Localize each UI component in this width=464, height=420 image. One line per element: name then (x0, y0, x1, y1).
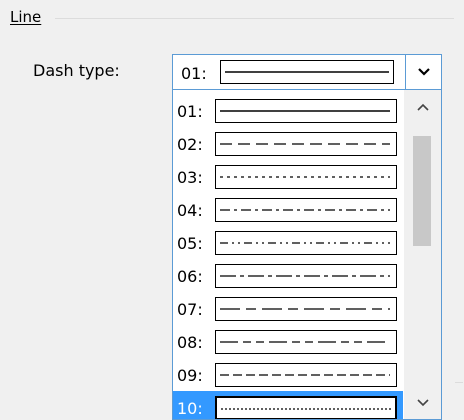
dash-option-swatch (215, 264, 397, 288)
dash-option-number: 02: (177, 135, 203, 154)
selected-dash-swatch (220, 60, 394, 84)
dash-option-line (220, 176, 390, 178)
chevron-down-icon (417, 68, 430, 76)
dash-option-line (220, 242, 390, 244)
list-scrollbar[interactable] (404, 90, 441, 419)
dash-option-swatch (215, 297, 397, 321)
selected-dash-number: 01: (181, 64, 207, 83)
dash-option-number: 09: (177, 366, 203, 385)
dash-option-7[interactable]: 07: (173, 292, 403, 326)
dash-type-list[interactable]: 10: 09: 08: 07: 06: 05: 04: 03: 02: 01: (172, 90, 442, 420)
dropdown-button[interactable] (405, 55, 441, 89)
line-group-title: Line (10, 8, 41, 26)
dash-option-3[interactable]: 03: (173, 160, 403, 194)
dash-option-10[interactable]: 10: (173, 391, 403, 419)
dash-option-line (220, 374, 390, 376)
scroll-down-button[interactable] (404, 386, 441, 419)
dash-option-2[interactable]: 02: (173, 127, 403, 161)
dash-option-number: 04: (177, 201, 203, 220)
dash-option-line (220, 209, 390, 211)
dash-type-label: Dash type: (33, 61, 120, 80)
dash-option-swatch (215, 165, 397, 189)
dash-option-swatch (215, 132, 397, 156)
dash-option-line (220, 341, 390, 343)
dash-option-swatch (215, 231, 397, 255)
dash-option-line (220, 110, 390, 112)
dash-type-combobox[interactable]: 01: (172, 54, 442, 90)
chevron-down-icon (416, 399, 429, 407)
dash-option-number: 01: (177, 102, 203, 121)
dash-option-swatch (215, 198, 397, 222)
group-bottom-edge (455, 382, 463, 383)
group-divider (55, 18, 454, 19)
selected-dash-line (225, 71, 389, 73)
dash-option-9[interactable]: 09: (173, 358, 403, 392)
dash-option-line (220, 275, 390, 277)
dash-option-4[interactable]: 04: (173, 193, 403, 227)
dash-option-swatch (215, 363, 397, 387)
dash-option-number: 05: (177, 234, 203, 253)
dash-option-number: 10: (177, 399, 203, 418)
scroll-up-button[interactable] (404, 90, 441, 124)
dash-option-number: 08: (177, 333, 203, 352)
dash-option-1[interactable]: 01: (173, 94, 403, 128)
dash-option-line (220, 143, 390, 145)
dash-option-line (221, 408, 391, 410)
chevron-up-icon (416, 103, 429, 111)
dash-option-line (220, 308, 390, 310)
dash-option-number: 06: (177, 267, 203, 286)
line-group-label: Line (10, 8, 42, 26)
dash-option-number: 07: (177, 300, 203, 319)
dash-option-swatch (215, 330, 397, 354)
dash-option-8[interactable]: 08: (173, 325, 403, 359)
dash-option-6[interactable]: 06: (173, 259, 403, 293)
dash-option-swatch (215, 99, 397, 123)
dash-option-number: 03: (177, 168, 203, 187)
scroll-thumb[interactable] (413, 136, 431, 246)
dash-option-5[interactable]: 05: (173, 226, 403, 260)
dash-option-swatch (215, 396, 397, 419)
